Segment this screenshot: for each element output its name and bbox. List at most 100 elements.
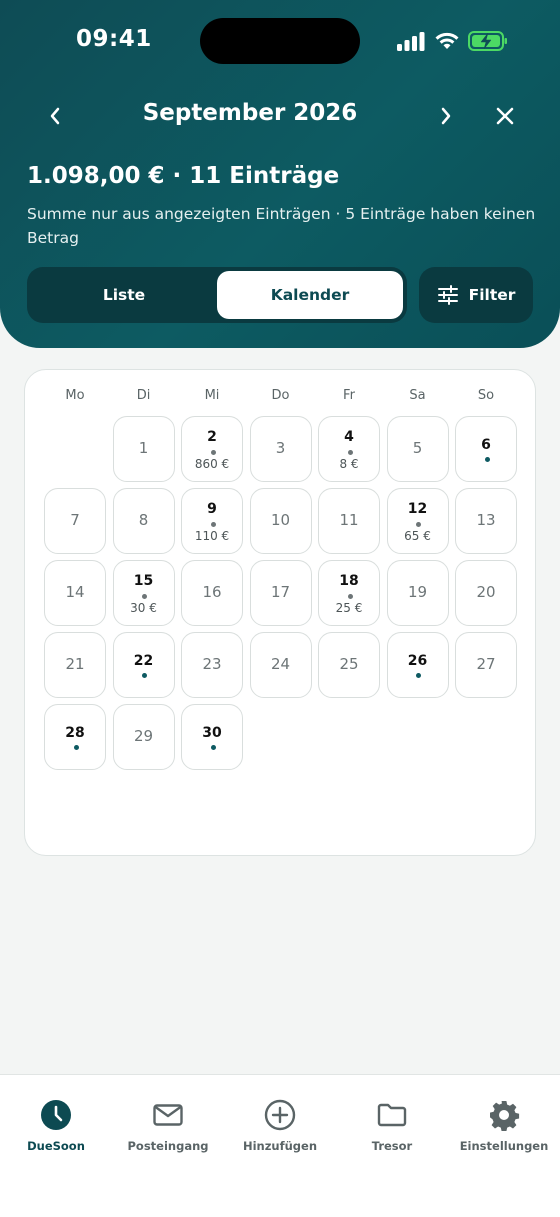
day-number: 22 bbox=[133, 653, 154, 669]
entry-without-amount-dot bbox=[73, 745, 79, 750]
calendar-day[interactable]: 14 bbox=[44, 560, 106, 626]
calendar-day[interactable]: 3 bbox=[249, 416, 312, 482]
day-number: 13 bbox=[476, 511, 496, 529]
month-title: September 2026 bbox=[142, 100, 358, 126]
dynamic-island bbox=[200, 18, 360, 64]
calendar-day[interactable]: 25 bbox=[318, 632, 380, 698]
weekday-label: Mo bbox=[65, 388, 85, 403]
weekday-label: Sa bbox=[409, 388, 426, 403]
close-icon bbox=[496, 107, 514, 125]
previous-month-button[interactable] bbox=[37, 98, 73, 134]
calendar-day[interactable]: 19 bbox=[386, 560, 449, 626]
tab-bar: DueSoon Posteingang Hinzufügen Tresor Einste… bbox=[0, 1074, 560, 1217]
calendar-day[interactable]: 16 bbox=[181, 560, 243, 626]
day-number: 18 bbox=[339, 573, 359, 589]
day-number: 11 bbox=[339, 511, 359, 529]
calendar-day[interactable]: 13 bbox=[455, 488, 517, 554]
next-month-button[interactable] bbox=[428, 98, 464, 134]
day-number: 2 bbox=[207, 429, 217, 445]
calendar-day[interactable]: 20 bbox=[455, 560, 517, 626]
summary-note: Summe nur aus angezeigten Einträgen · 5 … bbox=[27, 205, 536, 247]
day-amount: 65 € bbox=[404, 529, 431, 543]
entry-dot bbox=[347, 450, 353, 455]
tab-duesoon[interactable]: DueSoon bbox=[0, 1099, 112, 1159]
weekday-label: Di bbox=[136, 388, 151, 403]
summary-total: 1.098,00 € · 11 Einträge bbox=[27, 163, 340, 189]
calendar-day[interactable]: 9 110 € bbox=[181, 488, 243, 554]
entry-without-amount-dot bbox=[484, 457, 490, 462]
wifi-icon bbox=[435, 32, 459, 49]
calendar-day[interactable]: 8 bbox=[112, 488, 175, 554]
calendar-day[interactable]: 30 bbox=[181, 704, 243, 770]
tab-label: Hinzufügen bbox=[242, 1139, 318, 1153]
status-time: 09:41 bbox=[76, 26, 152, 52]
day-number: 27 bbox=[476, 655, 496, 673]
day-amount: 25 € bbox=[335, 601, 363, 615]
calendar-day[interactable]: 23 bbox=[181, 632, 243, 698]
day-number: 23 bbox=[202, 655, 222, 673]
entry-dot bbox=[142, 594, 147, 599]
calendar-day[interactable]: 2 860 € bbox=[181, 416, 243, 482]
calendar-day[interactable]: 18 25 € bbox=[318, 560, 380, 626]
calendar-day[interactable]: 21 bbox=[44, 632, 106, 698]
day-number: 30 bbox=[202, 725, 222, 741]
tab-liste[interactable]: Liste bbox=[31, 271, 217, 319]
calendar-day[interactable]: 12 65 € bbox=[386, 488, 449, 554]
header: 09:41 September 2026 1.098,00 € · 11 Ein… bbox=[0, 0, 560, 348]
day-number: 21 bbox=[65, 655, 85, 673]
day-number: 19 bbox=[407, 583, 428, 601]
tab-tresor[interactable]: Tresor bbox=[336, 1099, 448, 1159]
entry-dot bbox=[210, 522, 216, 527]
day-number: 25 bbox=[339, 655, 359, 673]
day-number: 20 bbox=[476, 583, 496, 601]
battery-charging-icon bbox=[468, 31, 507, 51]
calendar-day[interactable]: 28 bbox=[44, 704, 106, 770]
filter-button[interactable]: Filter bbox=[419, 267, 533, 323]
calendar-card: Mo Di Mi Do Fr Sa So 1 2 860 €3 4 8 €5 6 7 8 9 110 €10 1… bbox=[24, 369, 536, 856]
calendar-day[interactable]: 1 bbox=[112, 416, 175, 482]
tab-posteingang[interactable]: Posteingang bbox=[112, 1099, 224, 1159]
status-icons bbox=[396, 30, 508, 52]
day-number: 1 bbox=[138, 439, 149, 457]
chevron-left-icon bbox=[50, 107, 60, 125]
calendar-day[interactable]: 24 bbox=[249, 632, 312, 698]
close-button[interactable] bbox=[487, 98, 523, 134]
calendar-day[interactable]: 4 8 € bbox=[318, 416, 380, 482]
weekday-label: Do bbox=[271, 388, 290, 403]
calendar-day[interactable]: 6 bbox=[455, 416, 517, 482]
tab-kalender[interactable]: Kalender bbox=[217, 271, 403, 319]
tab-hinzufügen[interactable]: Hinzufügen bbox=[224, 1099, 336, 1159]
day-number: 3 bbox=[275, 439, 286, 457]
filter-label: Filter bbox=[468, 286, 516, 304]
calendar-day[interactable]: 10 bbox=[249, 488, 312, 554]
calendar-day[interactable]: 26 bbox=[386, 632, 449, 698]
calendar-day[interactable]: 11 bbox=[318, 488, 380, 554]
folder-icon bbox=[376, 1099, 408, 1131]
weekday-label: Fr bbox=[343, 388, 355, 403]
entry-dot bbox=[210, 450, 216, 455]
calendar-day[interactable]: 22 bbox=[112, 632, 175, 698]
tab-label: Posteingang bbox=[127, 1139, 209, 1153]
entry-without-amount-dot bbox=[142, 673, 147, 678]
calendar-day[interactable]: 29 bbox=[112, 704, 175, 770]
calendar-day[interactable]: 5 bbox=[386, 416, 449, 482]
day-number: 24 bbox=[270, 655, 291, 673]
day-number: 12 bbox=[407, 501, 428, 517]
weekday-header: Mo Di Mi Do Fr Sa So bbox=[44, 388, 519, 408]
day-number: 7 bbox=[70, 511, 80, 529]
calendar-day[interactable]: 17 bbox=[249, 560, 312, 626]
signal-icon bbox=[397, 32, 425, 51]
sliders-icon bbox=[437, 285, 458, 305]
day-amount: 860 € bbox=[194, 457, 230, 471]
day-number: 8 bbox=[138, 511, 149, 529]
tab-einstellungen[interactable]: Einstellungen bbox=[448, 1099, 560, 1159]
day-number: 5 bbox=[412, 439, 423, 457]
calendar-day[interactable]: 27 bbox=[455, 632, 517, 698]
entry-dot bbox=[416, 522, 421, 527]
clock-icon bbox=[40, 1099, 72, 1131]
chevron-right-icon bbox=[441, 107, 451, 125]
weekday-label: So bbox=[477, 388, 495, 403]
calendar-day[interactable]: 15 30 € bbox=[112, 560, 175, 626]
tab-label: Tresor bbox=[371, 1139, 413, 1153]
calendar-day[interactable]: 7 bbox=[44, 488, 106, 554]
